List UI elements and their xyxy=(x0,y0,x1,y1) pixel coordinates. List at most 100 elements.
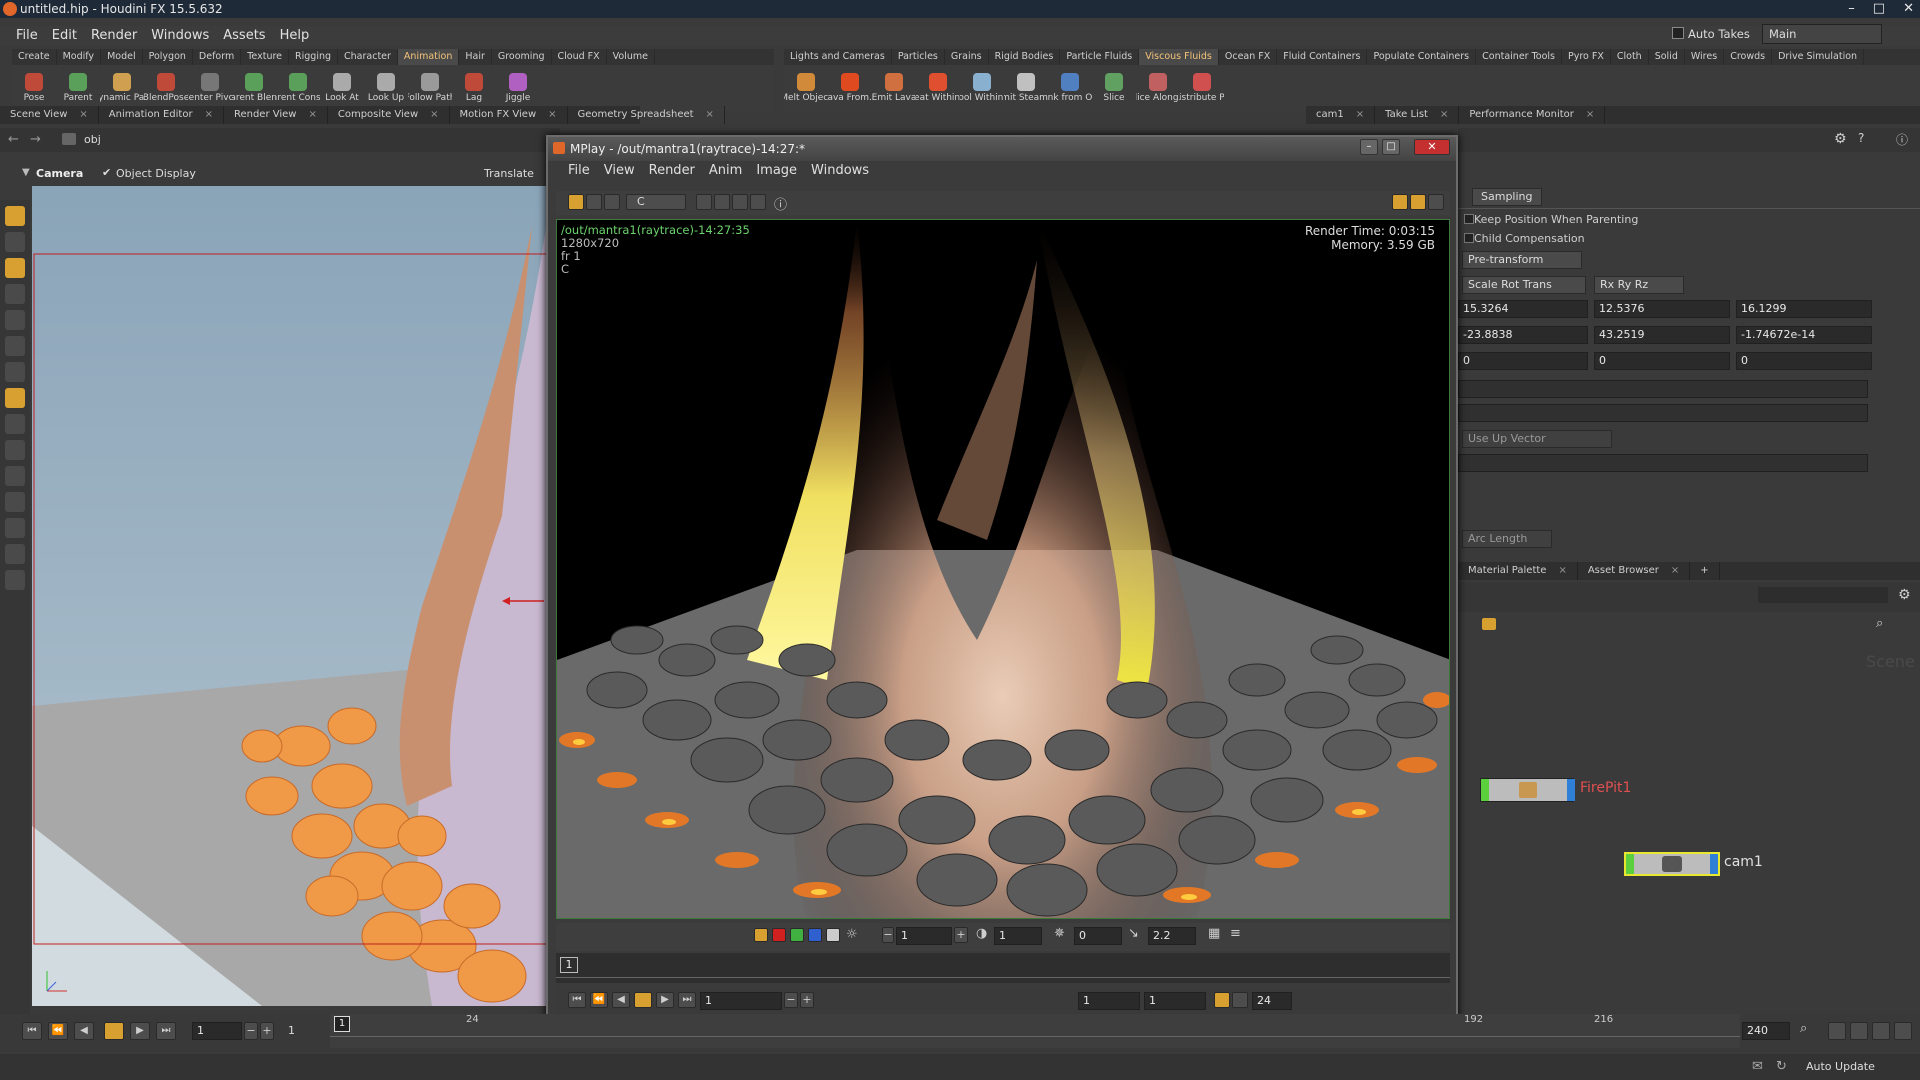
scale-y-field[interactable]: 0 xyxy=(1594,352,1730,370)
menu-edit[interactable]: Edit xyxy=(52,26,77,46)
shelf-tab-populate-containers[interactable]: Populate Containers xyxy=(1367,49,1477,65)
mplay-play-back-icon[interactable]: ◀ xyxy=(612,992,630,1008)
menu-file[interactable]: File xyxy=(16,26,38,46)
first-frame-icon[interactable]: ⏮ xyxy=(22,1022,42,1040)
tool-cool-within-[interactable]: Cool Within... xyxy=(960,65,1004,111)
rotate-y-field[interactable]: 43.2519 xyxy=(1594,326,1730,344)
child-comp-checkbox[interactable] xyxy=(1464,233,1474,243)
shelf-tab-viscous-fluids[interactable]: Viscous Fluids xyxy=(1139,49,1219,65)
tab-cam1[interactable]: cam1 xyxy=(1306,106,1376,124)
alpha-channel-icon[interactable] xyxy=(826,928,840,942)
rotate-x-field[interactable]: -23.8838 xyxy=(1458,326,1588,344)
shelf-tab-modify[interactable]: Modify xyxy=(57,49,102,65)
mplay-minimize-button[interactable]: – xyxy=(1360,139,1378,155)
tool-center-pivot[interactable]: Center Pivot xyxy=(188,65,232,111)
mplay-layers-icon[interactable] xyxy=(586,194,602,210)
tool-parent-blend[interactable]: Parent Blend xyxy=(232,65,276,111)
tool-parent[interactable]: Parent xyxy=(56,65,100,111)
menu-help[interactable]: Help xyxy=(280,26,310,46)
mplay-frame-marker[interactable]: 1 xyxy=(560,957,578,973)
fit-icon[interactable] xyxy=(750,194,766,210)
tab-motion-fx-view[interactable]: Motion FX View xyxy=(450,106,568,124)
desktop-select[interactable]: Main xyxy=(1762,24,1882,44)
shelf-tab-polygon[interactable]: Polygon xyxy=(143,49,193,65)
tool-slice-along-[interactable]: Slice Along... xyxy=(1136,65,1180,111)
pivot-tool-icon[interactable] xyxy=(5,388,25,408)
shelf-tab-animation[interactable]: Animation xyxy=(397,49,460,65)
help-icon[interactable]: ? xyxy=(1858,131,1864,145)
network-editor[interactable]: ⚙ ⌕ Scene FirePit1 cam1 xyxy=(1458,582,1920,1012)
layout-quad-icon[interactable] xyxy=(1428,194,1444,210)
tool-jiggle[interactable]: Jiggle xyxy=(496,65,540,111)
rgb-channels-icon[interactable] xyxy=(754,928,768,942)
tool-slice[interactable]: Slice xyxy=(1092,65,1136,111)
mplay-fps-field[interactable]: 24 xyxy=(1252,992,1292,1010)
shelf-tab-hair[interactable]: Hair xyxy=(459,49,492,65)
realtime-icon[interactable] xyxy=(1828,1022,1846,1040)
scene-viewport[interactable] xyxy=(32,186,552,1006)
tool-look-up[interactable]: Look Up xyxy=(364,65,408,111)
tool-distribute-p-[interactable]: Distribute P... xyxy=(1180,65,1224,111)
search-icon[interactable]: ⌕ xyxy=(1876,616,1883,631)
param-field-blank-3[interactable] xyxy=(1458,454,1868,472)
mplay-play-icon[interactable]: ▶ xyxy=(656,992,674,1008)
scale-z-field[interactable]: 0 xyxy=(1736,352,1872,370)
shelf-tab-container-tools[interactable]: Container Tools xyxy=(1476,49,1562,65)
zoom-out-icon[interactable] xyxy=(714,194,730,210)
tool-emit-lava[interactable]: Emit Lava xyxy=(872,65,916,111)
histogram-icon[interactable]: ≡ xyxy=(1230,926,1241,941)
up-vector-dropdown[interactable]: Use Up Vector xyxy=(1462,430,1612,448)
tab-animation-editor[interactable]: Animation Editor xyxy=(99,106,224,124)
tab-geometry-spreadsheet[interactable]: Geometry Spreadsheet xyxy=(568,106,725,124)
path-label[interactable]: obj xyxy=(84,133,101,146)
tool-melt-object[interactable]: Melt Object xyxy=(784,65,828,111)
translate-x-field[interactable]: 15.3264 xyxy=(1458,300,1588,318)
mplay-menu-windows[interactable]: Windows xyxy=(811,161,869,181)
select-tool-icon[interactable] xyxy=(5,206,25,226)
pose-tool-icon[interactable] xyxy=(5,258,25,278)
tab-asset-browser[interactable]: Asset Browser xyxy=(1578,562,1691,580)
handle-tool-icon[interactable] xyxy=(5,362,25,382)
layout-grid-icon[interactable] xyxy=(1410,194,1426,210)
shelf-tab-grains[interactable]: Grains xyxy=(945,49,989,65)
tool-lag[interactable]: Lag xyxy=(452,65,496,111)
key-icon[interactable] xyxy=(1872,1022,1890,1040)
translate-z-field[interactable]: 16.1299 xyxy=(1736,300,1872,318)
mplay-channel-select[interactable]: C xyxy=(626,194,686,210)
timeline-zoom-icon[interactable]: ⌕ xyxy=(1800,1021,1807,1036)
auto-update-label[interactable]: Auto Update xyxy=(1806,1060,1875,1073)
frame-plus-button[interactable]: + xyxy=(260,1022,274,1040)
mplay-end-field[interactable]: 1 xyxy=(1144,992,1206,1010)
tab-scene-view[interactable]: Scene View xyxy=(0,106,99,124)
mplay-start-field[interactable]: 1 xyxy=(1078,992,1140,1010)
shelf-tab-rigid-bodies[interactable]: Rigid Bodies xyxy=(989,49,1061,65)
mplay-prev-key-icon[interactable]: ⏪ xyxy=(590,992,608,1008)
lasso-tool-icon[interactable] xyxy=(5,440,25,460)
mplay-rgb-toggle-icon[interactable] xyxy=(568,194,584,210)
mplay-menu-view[interactable]: View xyxy=(604,161,635,181)
playback-mode-icon[interactable] xyxy=(1850,1022,1868,1040)
shelf-tab-deform[interactable]: Deform xyxy=(193,49,242,65)
timeline-options-icon[interactable] xyxy=(1894,1022,1912,1040)
shelf-tab-crowds[interactable]: Crowds xyxy=(1724,49,1773,65)
cam1-node[interactable] xyxy=(1624,852,1720,876)
blue-channel-icon[interactable] xyxy=(808,928,822,942)
forward-arrow-icon[interactable]: → xyxy=(30,132,41,147)
folder-icon[interactable] xyxy=(1482,618,1496,630)
shelf-tab-cloud-fx[interactable]: Cloud FX xyxy=(552,49,607,65)
menu-render[interactable]: Render xyxy=(91,26,137,46)
timeline-marker[interactable]: 1 xyxy=(334,1016,350,1032)
translate-y-field[interactable]: 12.5376 xyxy=(1594,300,1730,318)
red-channel-icon[interactable] xyxy=(772,928,786,942)
current-frame-field[interactable]: 1 xyxy=(192,1022,242,1040)
lut-icon[interactable]: ▦ xyxy=(1208,926,1220,941)
mplay-frame-plus-button[interactable]: + xyxy=(800,992,814,1008)
camera-menu[interactable]: Camera xyxy=(36,167,83,180)
tool-blendpose[interactable]: BlendPose xyxy=(144,65,188,111)
shelf-tab-volume[interactable]: Volume xyxy=(607,49,655,65)
tool-look-at[interactable]: Look At xyxy=(320,65,364,111)
mplay-frame-minus-button[interactable]: − xyxy=(784,992,798,1008)
stop-icon[interactable] xyxy=(104,1022,124,1040)
mplay-display-icon[interactable] xyxy=(604,194,620,210)
gamma-field[interactable]: 2.2 xyxy=(1148,927,1196,945)
